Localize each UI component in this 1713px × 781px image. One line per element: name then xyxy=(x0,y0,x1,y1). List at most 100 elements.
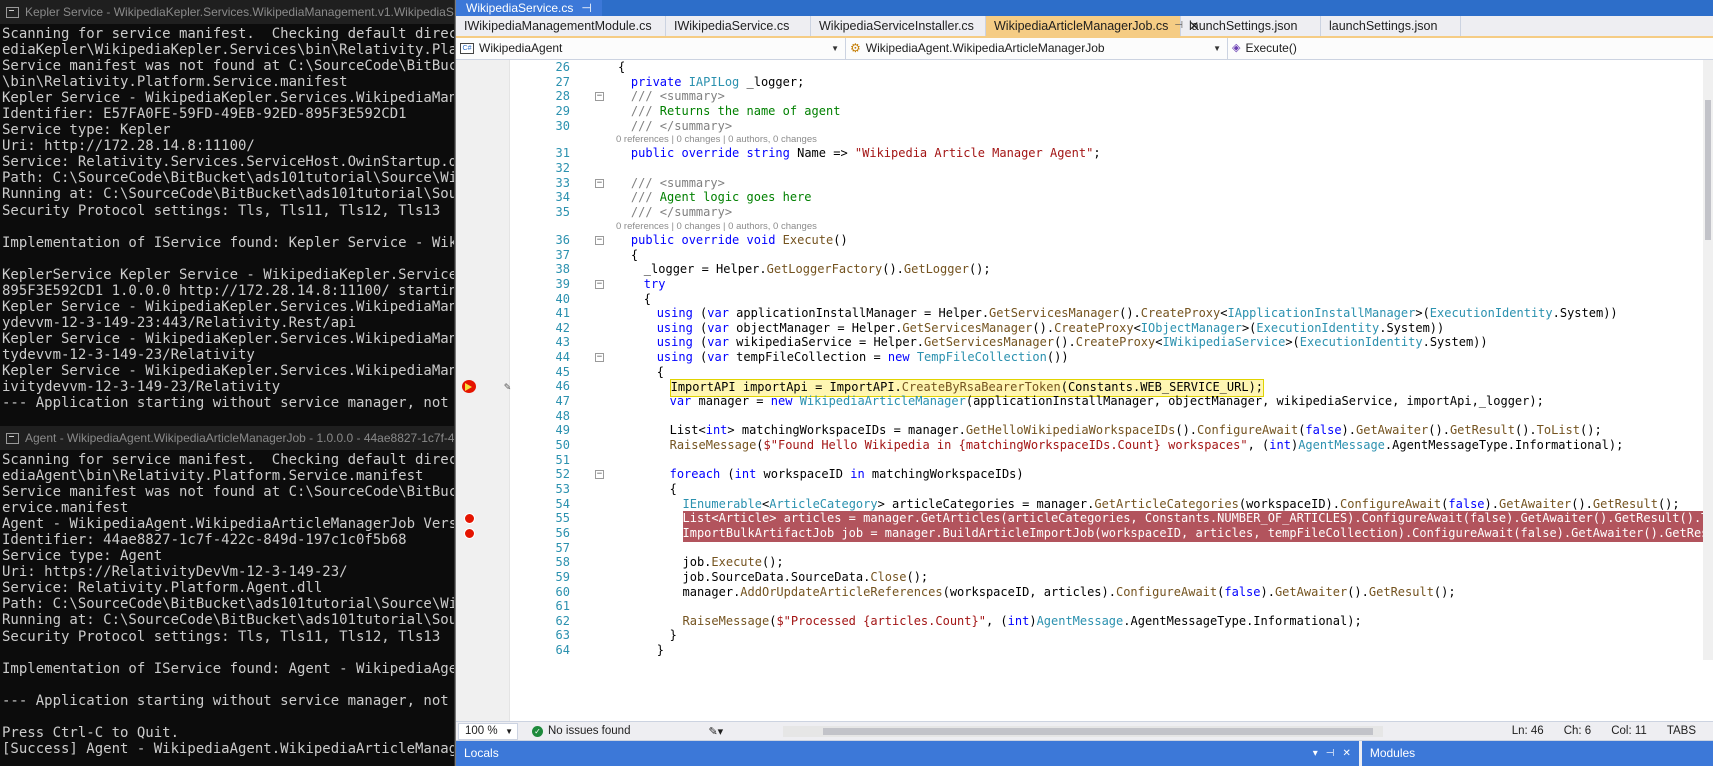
locals-panel-header[interactable]: Locals ▾ ⊣ ✕ xyxy=(456,741,1359,766)
type-dropdown[interactable]: ⚙ WikipediaAgent.WikipediaArticleManager… xyxy=(846,38,1228,59)
code-line[interactable]: 28 − /// <summary> xyxy=(510,89,1704,105)
brush-icon[interactable]: ✎▾ xyxy=(708,725,723,738)
console-line: Kepler Service - WikipediaKepler.Service… xyxy=(2,330,454,347)
code-text: using (var tempFileCollection = new Temp… xyxy=(656,350,1069,365)
code-line[interactable]: 53 { xyxy=(510,482,1704,498)
code-line[interactable]: 49 List<int> matchingWorkspaceIDs = manag… xyxy=(510,423,1704,439)
code-line[interactable]: 38 _logger = Helper.GetLoggerFactory().Ge… xyxy=(510,262,1704,278)
code-line[interactable]: 26 { xyxy=(510,60,1704,76)
collapse-icon[interactable]: − xyxy=(595,470,604,480)
member-dropdown[interactable]: ◈ Execute() xyxy=(1228,38,1713,59)
code-line[interactable]: 32 xyxy=(510,161,1704,177)
code-text: /// <summary> xyxy=(630,89,725,104)
tab-launchsettings-json[interactable]: launchSettings.json xyxy=(1181,16,1321,36)
code-text: /// <summary> xyxy=(630,175,725,190)
code-line[interactable]: 31 public override string Name => "Wikipe… xyxy=(510,146,1704,162)
close-icon[interactable]: ✕ xyxy=(1342,741,1350,766)
code-line[interactable]: 54 IEnumerable<ArticleCategory> articleCa… xyxy=(510,497,1704,513)
pin-icon[interactable]: ⊣ xyxy=(581,0,591,16)
project-dropdown[interactable]: C# WikipediaAgent ▼ xyxy=(456,38,846,59)
code-line[interactable]: 51 xyxy=(510,453,1704,469)
code-text: using (var wikipediaService = Helper.Get… xyxy=(656,335,1488,350)
console-line: Service type: Kepler xyxy=(2,122,171,139)
collapse-icon[interactable]: − xyxy=(595,178,604,188)
code-line[interactable]: 39 − try xyxy=(510,277,1704,293)
code-line[interactable]: 50 RaiseMessage($"Found Hello Wikipedia i… xyxy=(510,438,1704,454)
pin-icon[interactable]: ⊣ xyxy=(1326,741,1335,766)
console-line: [Success] Agent - WikipediaAgent.Wikiped… xyxy=(2,740,454,757)
kepler-service-console[interactable]: Kepler Service - WikipediaKepler.Service… xyxy=(0,0,455,426)
preview-tab[interactable]: WikipediaService.cs ⊣ xyxy=(456,0,602,16)
tab-launchsettings-json[interactable]: launchSettings.json xyxy=(1321,16,1461,36)
code-text: job.Execute(); xyxy=(682,555,784,570)
code-line[interactable]: 45 { xyxy=(510,365,1704,381)
console-line: Service: Relativity.Platform.Agent.dll xyxy=(2,580,323,597)
code-line[interactable]: 29 /// Returns the name of agent xyxy=(510,104,1704,120)
code-line[interactable]: 48 xyxy=(510,409,1704,425)
quick-action-icon[interactable]: ✎ xyxy=(504,379,511,395)
code-line[interactable]: 43 using (var wikipediaService = Helper.G… xyxy=(510,335,1704,351)
scroll-thumb[interactable] xyxy=(823,727,1374,735)
code-line[interactable]: 62 RaiseMessage($"Processed {articles.Cou… xyxy=(510,614,1704,630)
code-line[interactable]: 42 using (var objectManager = Helper.GetS… xyxy=(510,321,1704,337)
line-number: 60 xyxy=(555,584,570,599)
code-line[interactable]: 47 var manager = new WikipediaArticleMana… xyxy=(510,394,1704,410)
modules-panel-header[interactable]: Modules xyxy=(1361,741,1713,766)
console-line: Kepler Service - WikipediaKepler.Service… xyxy=(2,362,454,379)
code-line[interactable]: 56 ImportBulkArtifactJob job = manager.Bu… xyxy=(464,525,1713,542)
collapse-icon[interactable]: − xyxy=(595,235,604,245)
zoom-dropdown[interactable]: 100 % ▼ xyxy=(458,722,518,740)
code-line[interactable]: 63} xyxy=(510,628,1704,644)
code-line[interactable]: 58 job.Execute(); xyxy=(510,555,1704,571)
code-line[interactable]: 33 − /// <summary> xyxy=(510,176,1704,192)
code-line[interactable]: 64} xyxy=(510,643,1704,659)
code-line[interactable]: 52 − foreach (int workspaceID in matchingW… xyxy=(510,467,1704,483)
code-line[interactable]: 59 job.SourceData.SourceData.Close(); xyxy=(510,570,1704,586)
line-number: 41 xyxy=(555,306,570,321)
code-line[interactable]: 55 List<Article> articles = manager.GetAr… xyxy=(464,511,1713,528)
line-number: 34 xyxy=(555,190,570,205)
horizontal-scrollbar[interactable] xyxy=(783,725,1384,737)
console-line: KeplerService Kepler Service - Wikipedia… xyxy=(2,266,454,283)
dropdown-icon[interactable]: ▾ xyxy=(1313,741,1318,766)
collapse-icon[interactable]: − xyxy=(595,92,604,102)
code-line[interactable]: 61 xyxy=(510,599,1704,615)
code-line[interactable]: 36 − public override void Execute() xyxy=(510,233,1704,249)
console-titlebar[interactable]: Kepler Service - WikipediaKepler.Service… xyxy=(0,0,454,24)
code-text: foreach (int workspaceID in matchingWork… xyxy=(669,467,1024,482)
agent-console[interactable]: Agent - WikipediaAgent.WikipediaArticleM… xyxy=(0,426,455,766)
code-line[interactable]: 40 { xyxy=(510,292,1704,308)
tab-iwikipediaservice-cs[interactable]: IWikipediaService.cs xyxy=(666,16,811,36)
code-line[interactable]: 46 ImportAPI importApi = ImportAPI.Create… xyxy=(462,379,1704,398)
indent-mode[interactable]: TABS xyxy=(1667,725,1696,737)
code-line[interactable]: 34 /// Agent logic goes here xyxy=(510,190,1704,206)
code-text: try xyxy=(643,276,666,291)
codelens-row[interactable]: 0 references | 0 changes | 0 authors, 0 … xyxy=(510,219,1704,232)
collapse-icon[interactable]: − xyxy=(595,279,604,289)
code-line[interactable]: 41 using (var applicationInstallManager =… xyxy=(510,306,1704,322)
issues-indicator[interactable]: ✓ No issues found xyxy=(532,725,630,737)
console-line: Path: C:\SourceCode\BitBucket\ads101tuto… xyxy=(2,596,454,613)
code-line[interactable]: 37 { xyxy=(510,248,1704,264)
code-text: IEnumerable<ArticleCategory> articleCate… xyxy=(682,496,1680,511)
code-line[interactable]: 60 manager.AddOrUpdateArticleReferences(w… xyxy=(510,585,1704,601)
line-number: 55 xyxy=(555,511,570,526)
vertical-scrollbar[interactable] xyxy=(1703,60,1713,660)
code-text: List<int> matchingWorkspaceIDs = manager… xyxy=(669,423,1602,438)
scroll-thumb[interactable] xyxy=(1705,100,1711,240)
tab-iwikipediamanagementmodule-cs[interactable]: IWikipediaManagementModule.cs xyxy=(456,16,666,36)
code-area[interactable]: 26 {27 private IAPILog _logger; 28 − /// <sum… xyxy=(462,60,1713,721)
tab-wikipediaserviceinstaller-cs[interactable]: WikipediaServiceInstaller.cs xyxy=(811,16,986,36)
collapse-icon[interactable]: − xyxy=(595,353,604,363)
code-line[interactable]: 57 xyxy=(510,541,1704,557)
line-number: 45 xyxy=(555,364,570,379)
tab-wikipediaarticlemanagerjob-cs[interactable]: WikipediaArticleManagerJob.cs ⊣ ✕ xyxy=(986,16,1199,36)
breakpoint-icon[interactable] xyxy=(464,527,475,539)
code-line[interactable]: 27 private IAPILog _logger; xyxy=(510,75,1704,91)
codelens-row[interactable]: 0 references | 0 changes | 0 authors, 0 … xyxy=(510,132,1704,145)
console-titlebar[interactable]: Agent - WikipediaAgent.WikipediaArticleM… xyxy=(0,426,454,450)
code-line[interactable]: 44 − using (var tempFileCollection = new T… xyxy=(510,350,1704,366)
code-text: using (var applicationInstallManager = H… xyxy=(656,306,1618,321)
code-editor[interactable]: 26 {27 private IAPILog _logger; 28 − /// <sum… xyxy=(456,60,1713,721)
